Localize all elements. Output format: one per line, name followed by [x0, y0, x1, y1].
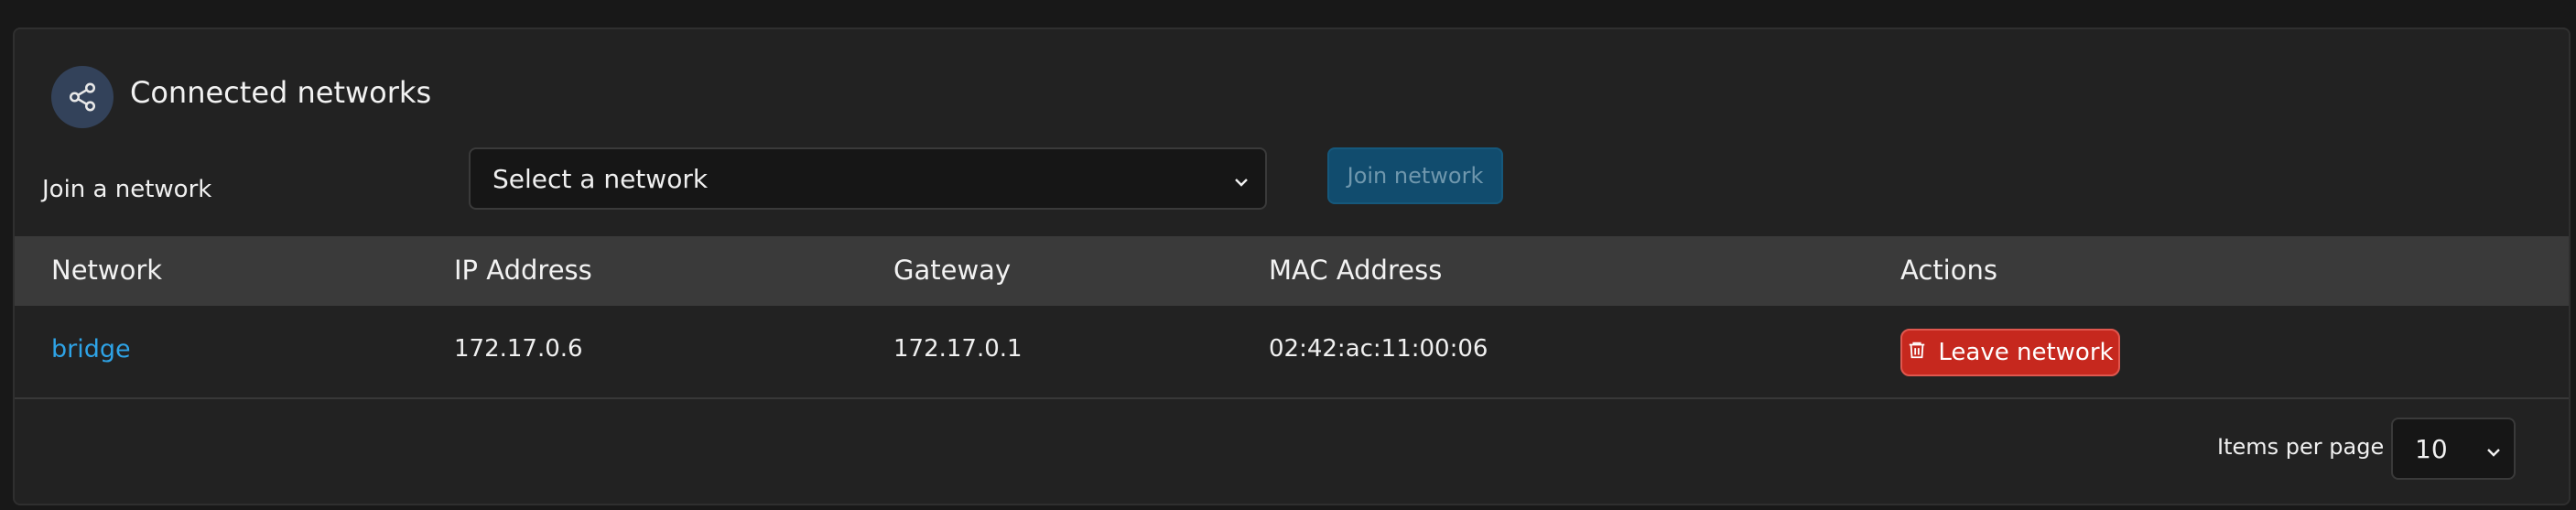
gateway-cell: 172.17.0.1 [893, 335, 1023, 363]
network-link[interactable]: bridge [51, 335, 131, 364]
chevron-down-icon [1230, 169, 1252, 200]
table-row: bridge 172.17.0.6 172.17.0.1 02:42:ac:11… [15, 306, 2569, 399]
items-per-page-select[interactable]: 10 [2391, 418, 2516, 480]
leave-network-button[interactable]: Leave network [1900, 329, 2120, 376]
join-network-button[interactable]: Join network [1327, 147, 1503, 204]
network-select[interactable]: Select a network [469, 147, 1267, 210]
column-header-actions: Actions [1900, 255, 1997, 286]
column-header-gateway: Gateway [893, 255, 1012, 286]
connected-networks-panel: Connected networks Join a network Select… [13, 27, 2571, 505]
table-header: Network IP Address Gateway MAC Address A… [15, 236, 2569, 306]
join-network-label: Join a network [42, 176, 212, 203]
items-per-page-label: Items per page [2217, 434, 2385, 460]
trash-icon [1907, 339, 1927, 367]
items-per-page-value: 10 [2415, 433, 2448, 464]
network-select-value: Select a network [492, 163, 709, 194]
share-icon [51, 66, 114, 128]
ip-address-cell: 172.17.0.6 [454, 335, 583, 363]
mac-address-cell: 02:42:ac:11:00:06 [1269, 335, 1488, 363]
panel-title: Connected networks [130, 75, 432, 110]
chevron-down-icon [2483, 439, 2505, 470]
column-header-ip: IP Address [454, 255, 592, 286]
leave-network-label: Leave network [1938, 339, 2114, 366]
column-header-network: Network [51, 255, 163, 286]
column-header-mac: MAC Address [1269, 255, 1443, 286]
